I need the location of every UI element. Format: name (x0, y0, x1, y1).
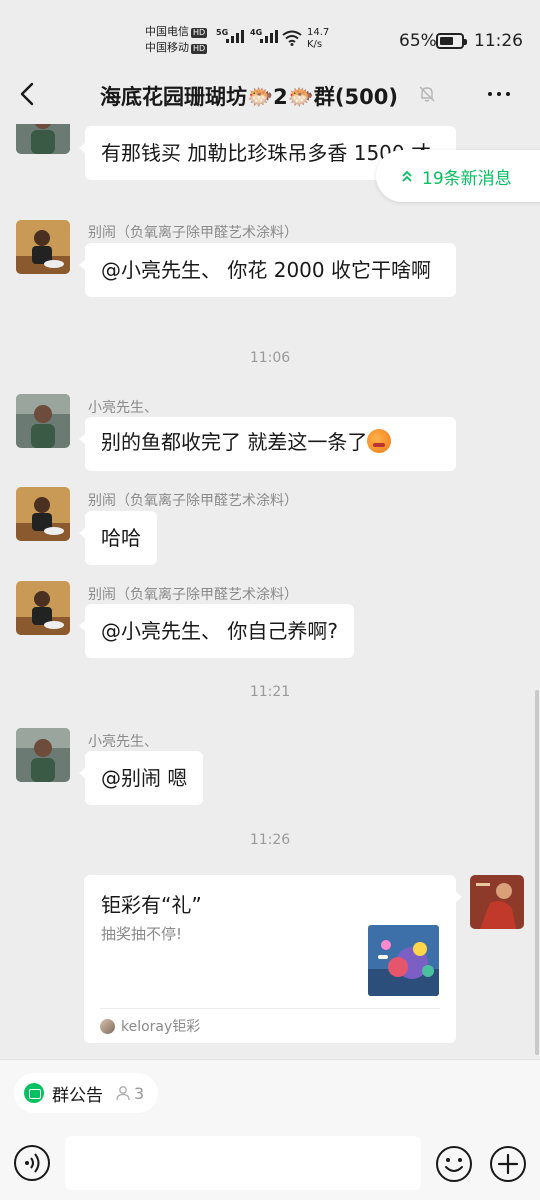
double-chevron-up-icon (402, 170, 412, 182)
carrier-1: 中国电信 HD (145, 25, 208, 38)
avatar[interactable] (16, 487, 70, 541)
new-messages-button[interactable]: 19条新消息 (376, 150, 540, 202)
chat-title: 海底花园珊瑚坊🐡2🐡群(500) (100, 85, 398, 109)
card-source: keloray钜彩 (100, 1016, 200, 1036)
notice-count-value: 3 (134, 1083, 145, 1103)
card-thumbnail (368, 925, 439, 996)
timestamp: 11:21 (249, 684, 291, 700)
timestamp: 11:26 (249, 832, 291, 848)
carrier-2: 中国移动 HD (145, 41, 208, 54)
hd-badge: HD (191, 44, 208, 54)
speed-unit: K/s (307, 39, 323, 50)
message-bubble[interactable]: @小亮先生、 你自己养啊? (79, 604, 354, 658)
signal-icon (260, 30, 278, 43)
wifi-icon (282, 30, 302, 46)
card-source-label: keloray钜彩 (121, 1019, 201, 1035)
avatar[interactable] (16, 394, 70, 448)
sender-name: 别闹（负氧离子除甲醛艺术涂料） (88, 587, 298, 603)
source-logo-icon (100, 1018, 115, 1034)
chat-header: 海底花园珊瑚坊🐡2🐡群(500) (0, 66, 540, 124)
group-notice-label: 群公告 (52, 1085, 103, 1106)
avatar[interactable] (470, 875, 524, 929)
plus-circle-icon[interactable] (489, 1145, 527, 1183)
group-notice-button[interactable]: 群公告 3 (14, 1073, 159, 1113)
avatar[interactable] (16, 124, 70, 154)
message-text: @别闹 嗯 (101, 766, 188, 790)
battery-percent: 65% (399, 31, 437, 51)
new-messages-label: 19条新消息 (422, 168, 512, 189)
carrier-2-label: 中国移动 (145, 41, 189, 54)
sender-name: 别闹（负氧离子除甲醛艺术涂料） (88, 225, 298, 241)
network-speed: 14.7 K/s (307, 27, 329, 51)
mini-program-card[interactable]: 钜彩有“礼” 抽奖抽不停! keloray钜彩 (84, 875, 462, 1043)
sender-name: 小亮先生、 (88, 400, 158, 416)
chevron-left-icon[interactable] (14, 80, 42, 108)
card-title: 钜彩有“礼” (101, 893, 202, 917)
message-input[interactable] (65, 1136, 421, 1190)
smile-icon[interactable] (435, 1145, 473, 1183)
card-description: 抽奖抽不停! (101, 925, 183, 943)
message-text: 哈哈 (101, 526, 141, 550)
message-bubble[interactable]: @小亮先生、 你花 2000 收它干啥啊 (79, 243, 456, 297)
timestamp: 11:06 (249, 350, 291, 366)
message-text: @小亮先生、 你花 2000 收它干啥啊 (101, 258, 431, 282)
carrier-1-label: 中国电信 (145, 25, 189, 38)
voice-icon[interactable] (14, 1145, 50, 1181)
bell-off-icon (419, 86, 435, 102)
avatar[interactable] (16, 220, 70, 274)
avatar[interactable] (16, 728, 70, 782)
signal-icon (226, 30, 244, 43)
status-bar: 中国电信 HD 中国移动 HD 5G 4G 14.7 K/s 65% 11:26 (0, 0, 540, 60)
input-bar: 群公告 3 (0, 1059, 540, 1200)
clock: 11:26 (474, 31, 523, 51)
announcement-icon (24, 1083, 44, 1103)
person-icon (116, 1086, 130, 1101)
battery-fill (440, 37, 453, 45)
message-bubble[interactable]: 哈哈 (79, 511, 157, 565)
battery-icon (436, 33, 467, 49)
ellipsis-icon[interactable] (488, 92, 510, 96)
message-bubble[interactable]: @别闹 嗯 (78, 751, 204, 805)
blushing-face-emoji (367, 429, 392, 453)
card-divider (100, 1008, 440, 1009)
sender-name: 小亮先生、 (88, 734, 158, 750)
message-text: @小亮先生、 你自己养啊? (101, 619, 338, 643)
speed-value: 14.7 (307, 27, 330, 38)
message-text: 别的鱼都收完了 就差这一条了 (101, 430, 368, 454)
sender-name: 别闹（负氧离子除甲醛艺术涂料） (88, 493, 298, 509)
scrollbar[interactable] (535, 690, 539, 1055)
message-bubble[interactable]: 别的鱼都收完了 就差这一条了 (79, 417, 456, 471)
hd-badge: HD (191, 28, 208, 38)
avatar[interactable] (16, 581, 70, 635)
notice-count: 3 (115, 1084, 144, 1103)
